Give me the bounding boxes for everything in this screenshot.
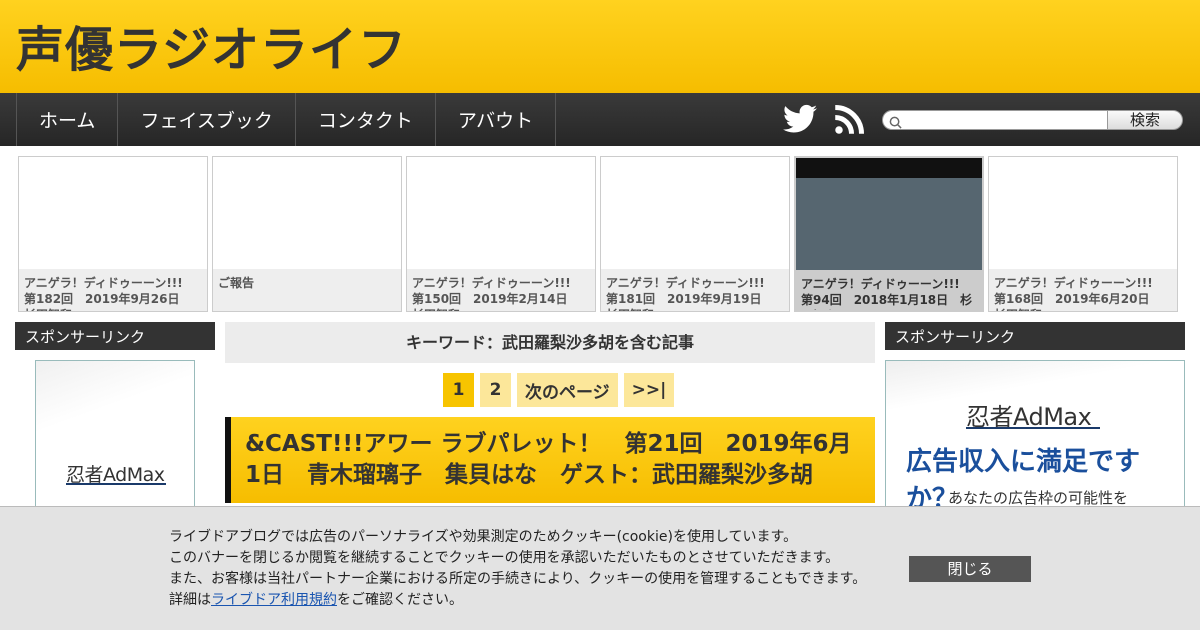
card-thumbnail[interactable]	[213, 157, 401, 269]
carousel-card[interactable]: アニゲラ！ディドゥーーン!!! 第182回 2019年9月26日 杉田智和	[18, 156, 208, 312]
search-icon	[889, 114, 902, 133]
cookie-text-suffix: をご確認ください。	[337, 592, 463, 608]
nav-item-home[interactable]: ホーム	[17, 93, 119, 146]
sponsor-heading: スポンサーリンク	[15, 322, 215, 350]
cookie-line: このバナーを閉じるか閲覧を継続することでクッキーの使用を承認いただいたものとさせ…	[169, 550, 840, 566]
page-2-link[interactable]: 2	[480, 373, 511, 407]
card-thumbnail[interactable]	[796, 158, 982, 271]
cookie-notice: ライブドアブログでは広告のパーソナライズや効果測定のためクッキー(cookie)…	[169, 527, 866, 611]
carousel-card[interactable]: アニゲラ！ディドゥーーン!!! 第181回 2019年9月19日 杉田智和	[600, 156, 790, 312]
cookie-line: ライブドアブログでは広告のパーソナライズや効果測定のためクッキー(cookie)…	[169, 529, 798, 545]
card-thumbnail[interactable]	[601, 157, 789, 269]
main-content: キーワード：武田羅梨沙多胡を含む記事 1 2 次のページ >>| &CAST!!…	[225, 322, 875, 503]
nav-item-about[interactable]: アバウト	[436, 93, 557, 146]
card-thumbnail[interactable]	[19, 157, 207, 269]
card-caption[interactable]: アニゲラ！ディドゥーーン!!! 第94回 2018年1月18日 杉田智和	[796, 270, 982, 310]
carousel-card[interactable]: アニゲラ！ディドゥーーン!!! 第150回 2019年2月14日 杉田智和	[406, 156, 596, 312]
card-caption[interactable]: アニゲラ！ディドゥーーン!!! 第182回 2019年9月26日 杉田智和	[19, 269, 207, 311]
article-carousel: アニゲラ！ディドゥーーン!!! 第182回 2019年9月26日 杉田智和 ご報…	[18, 156, 1180, 312]
cookie-line: 詳細はライブドア利用規約をご確認ください。	[169, 590, 866, 611]
carousel-card[interactable]: ご報告	[212, 156, 402, 312]
card-caption[interactable]: アニゲラ！ディドゥーーン!!! 第181回 2019年9月19日 杉田智和	[601, 269, 789, 311]
search-input[interactable]	[903, 112, 1103, 128]
close-button[interactable]: 閉じる	[909, 556, 1031, 582]
card-caption[interactable]: アニゲラ！ディドゥーーン!!! 第168回 2019年6月20日 杉田智和	[989, 269, 1177, 311]
site-header: 声優ラジオライフ	[0, 0, 1200, 93]
keyword-heading: キーワード：武田羅梨沙多胡を含む記事	[225, 322, 875, 363]
article-title[interactable]: &CAST!!!アワー ラブパレット！ 第21回 2019年6月1日 青木瑠璃子…	[225, 417, 875, 503]
site-title[interactable]: 声優ラジオライフ	[16, 10, 407, 80]
carousel-card[interactable]: アニゲラ！ディドゥーーン!!! 第168回 2019年6月20日 杉田智和	[988, 156, 1178, 312]
carousel-card[interactable]: アニゲラ！ディドゥーーン!!! 第94回 2018年1月18日 杉田智和	[794, 156, 984, 312]
page-current: 1	[443, 373, 474, 407]
search-box	[882, 110, 1108, 130]
sponsor-heading: スポンサーリンク	[885, 322, 1185, 350]
nav-item-contact[interactable]: コンタクト	[296, 93, 436, 146]
terms-link[interactable]: ライブドア利用規約	[211, 592, 337, 608]
search-button[interactable]: 検索	[1107, 110, 1183, 130]
ad-banner[interactable]: 忍者AdMax	[35, 360, 195, 510]
sidebar-right: スポンサーリンク 忍者AdMax 広告収入に満足ですか？ あなたの広告枠の可能性…	[885, 322, 1185, 514]
card-thumbnail[interactable]	[407, 157, 595, 269]
next-page-link[interactable]: 次のページ	[517, 373, 618, 407]
nav-item-facebook[interactable]: フェイスブック	[118, 93, 296, 146]
thumbnail-bar	[796, 158, 982, 178]
last-page-link[interactable]: >>|	[623, 373, 675, 407]
cookie-text-prefix: 詳細は	[169, 592, 211, 608]
cookie-banner: ライブドアブログでは広告のパーソナライズや効果測定のためクッキー(cookie)…	[0, 506, 1200, 630]
pagination: 1 2 次のページ >>|	[443, 373, 675, 407]
rss-icon[interactable]	[834, 105, 864, 139]
logo-underline	[966, 427, 1100, 429]
card-thumbnail[interactable]	[989, 157, 1177, 269]
cookie-line: また、お客様は当社パートナー企業における所定の手続きにより、クッキーの使用を管理…	[169, 571, 867, 587]
sidebar-left: スポンサーリンク 忍者AdMax	[15, 322, 215, 510]
logo-underline	[66, 483, 166, 485]
ad-banner[interactable]: 忍者AdMax 広告収入に満足ですか？ あなたの広告枠の可能性を	[885, 360, 1185, 514]
nav-menu: ホーム フェイスブック コンタクト アバウト	[16, 93, 557, 146]
card-caption[interactable]: ご報告	[213, 269, 401, 311]
twitter-icon[interactable]	[783, 104, 817, 138]
card-caption[interactable]: アニゲラ！ディドゥーーン!!! 第150回 2019年2月14日 杉田智和	[407, 269, 595, 311]
ad-subtext: あなたの広告枠の可能性を	[948, 489, 1129, 507]
